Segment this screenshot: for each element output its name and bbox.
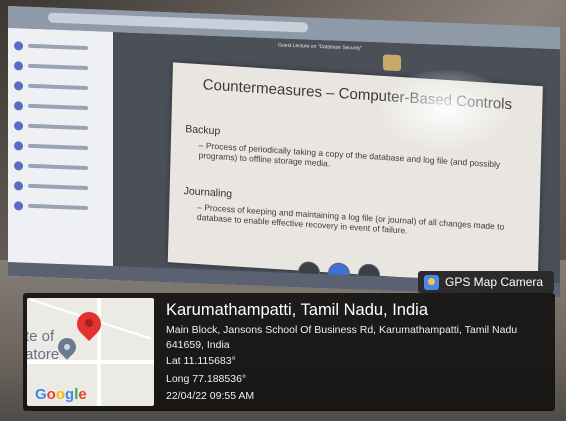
light-glare (380, 70, 510, 150)
sidebar-item (14, 40, 104, 55)
slide-bullet-journaling-text: – Process of keeping and maintaining a l… (196, 201, 505, 236)
map-road (97, 298, 101, 406)
map-place-label: te of (27, 328, 55, 345)
projected-screen: Guest Lecture on "Database Security" Cou… (8, 6, 560, 298)
sidebar-item (14, 180, 104, 195)
location-title: Karumathampatti, Tamil Nadu, India (166, 301, 428, 319)
slide-bullet-backup: Backup (185, 123, 221, 138)
location-info-panel: te of atore Google Karumathampatti, Tami… (23, 293, 555, 411)
sidebar-item (14, 60, 104, 75)
datetime: 22/04/22 09:55 AM (166, 390, 255, 402)
map-place-label: atore (27, 346, 60, 363)
gps-map-camera-badge: GPS Map Camera (418, 271, 554, 293)
sidebar-item (14, 120, 104, 135)
presenter-thumbnail (383, 54, 401, 72)
slide-bullet-journaling: Journaling (183, 185, 233, 201)
gps-map-camera-icon (424, 274, 439, 290)
map-thumbnail: te of atore Google (27, 298, 154, 406)
meeting-title: Guest Lecture on "Database Security" (278, 42, 363, 52)
sidebar-item (14, 160, 104, 175)
sidebar-item (14, 80, 104, 95)
meeting-sidebar (8, 28, 113, 281)
sidebar-item (14, 140, 104, 155)
sidebar-item (14, 200, 104, 215)
url-bar (48, 12, 308, 33)
photo: Guest Lecture on "Database Security" Cou… (0, 0, 566, 421)
gps-badge-label: GPS Map Camera (445, 275, 544, 289)
longitude: Long 77.188536° (166, 373, 247, 385)
google-logo: Google (35, 386, 87, 403)
meeting-stage: Guest Lecture on "Database Security" Cou… (113, 32, 560, 298)
location-address: Main Block, Jansons School Of Business R… (166, 324, 518, 351)
latitude: Lat 11.115683° (166, 355, 236, 367)
sidebar-item (14, 100, 104, 115)
